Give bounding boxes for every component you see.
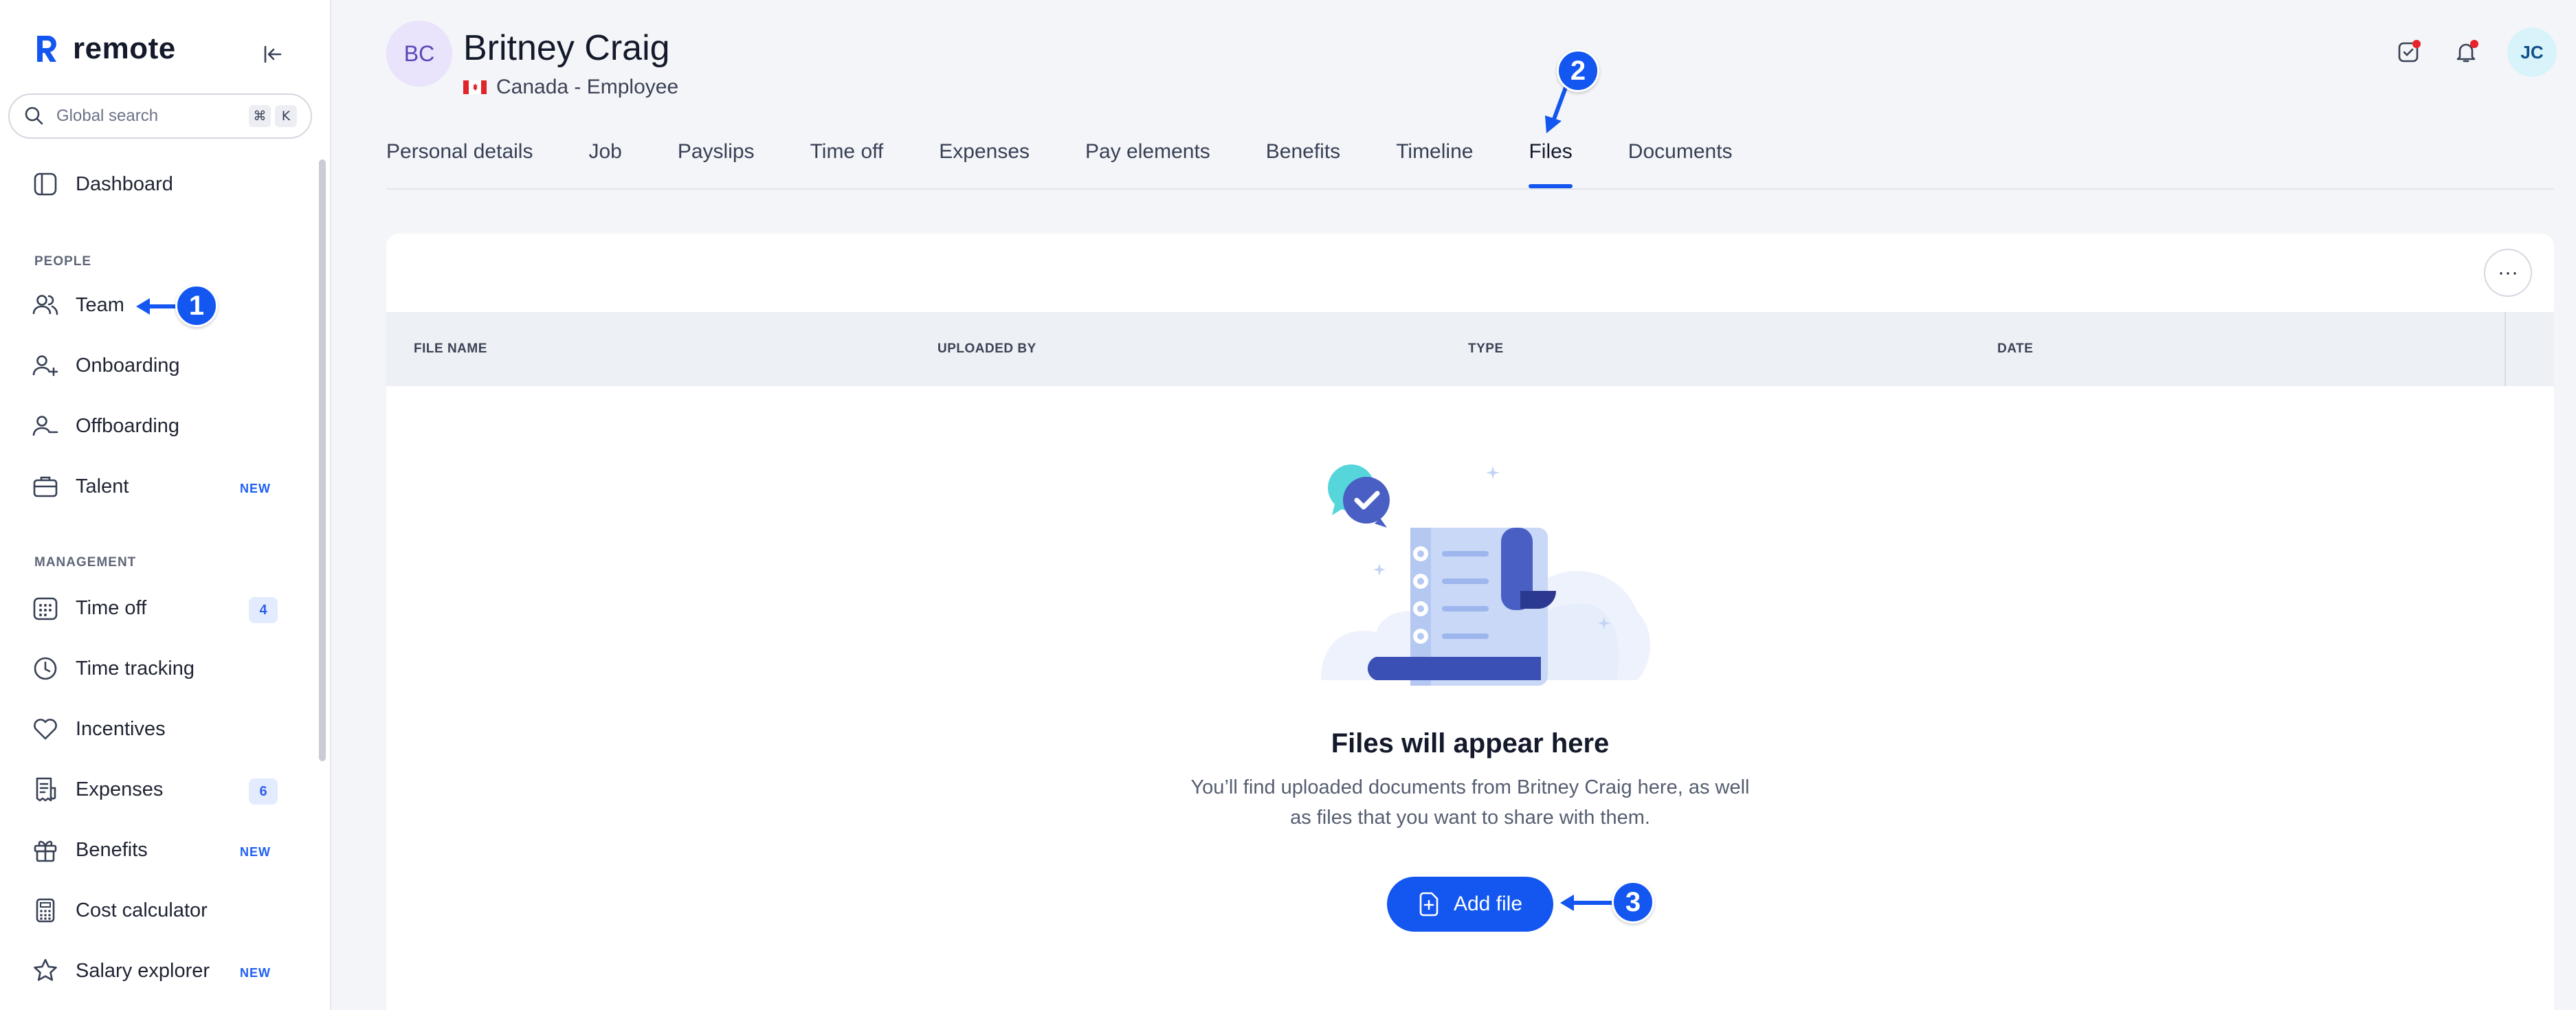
column-header-file-name[interactable]: FILE NAME — [414, 312, 487, 386]
brand-name: remote — [73, 32, 176, 65]
calculator-icon — [30, 895, 60, 925]
sidebar-item-salary-explorer[interactable]: Salary explorer NEW — [30, 950, 278, 991]
sidebar-item-label: Cost calculator — [76, 899, 208, 921]
empty-state-description: You’ll find uploaded documents from Brit… — [1190, 776, 1750, 829]
sidebar-item-cost-calculator[interactable]: Cost calculator — [30, 890, 278, 931]
tab-timeline[interactable]: Timeline — [1396, 135, 1473, 190]
sidebar-item-label: Salary explorer — [76, 959, 210, 982]
column-header-date[interactable]: DATE — [1997, 312, 2033, 386]
employee-name: Britney Craig — [463, 28, 670, 68]
annotation-marker-3: 3 — [1612, 881, 1654, 923]
shortcut-cmd-key: ⌘ — [249, 105, 271, 127]
employee-country-type: Canada - Employee — [496, 76, 679, 98]
sidebar-item-label: Benefits — [76, 838, 148, 861]
sidebar-item-talent[interactable]: Talent NEW — [30, 466, 278, 507]
sidebar-item-label: Dashboard — [76, 172, 173, 195]
add-file-button[interactable]: Add file — [1387, 877, 1553, 932]
files-card: ··· FILE NAME UPLOADED BY TYPE DATE File… — [386, 234, 2554, 1010]
user-plus-icon — [30, 350, 60, 381]
search-placeholder: Global search — [56, 106, 159, 125]
file-add-icon — [1419, 892, 1439, 917]
sidebar-layout-icon — [30, 169, 60, 199]
empty-files-illustration — [1321, 464, 1650, 686]
new-badge: NEW — [240, 844, 271, 859]
sidebar-item-label: Offboarding — [76, 414, 180, 437]
top-actions: JC — [2392, 27, 2557, 77]
sidebar-item-incentives[interactable]: Incentives — [30, 708, 278, 750]
sidebar-item-offboarding[interactable]: Offboarding — [30, 405, 278, 447]
collapse-sidebar-icon[interactable] — [258, 40, 287, 69]
employee-avatar: BC — [386, 21, 452, 87]
gift-icon — [30, 835, 60, 865]
heart-icon — [30, 714, 60, 744]
employee-subtitle: Canada - Employee — [463, 76, 678, 99]
table-header-edge — [2505, 312, 2506, 386]
user-minus-icon — [30, 411, 60, 441]
profile-tabs: Personal details Job Payslips Time off E… — [386, 135, 1788, 190]
calendar-icon — [30, 593, 60, 623]
tabs-divider — [386, 188, 2554, 190]
tab-payslips[interactable]: Payslips — [678, 135, 755, 190]
people-icon — [30, 290, 60, 320]
new-badge: NEW — [240, 481, 271, 495]
table-header: FILE NAME UPLOADED BY TYPE DATE — [386, 312, 2554, 386]
star-icon — [30, 956, 60, 986]
briefcase-icon — [30, 471, 60, 502]
tab-pay-elements[interactable]: Pay elements — [1085, 135, 1210, 190]
sidebar-item-label: Team — [76, 293, 124, 316]
tab-personal-details[interactable]: Personal details — [386, 135, 533, 190]
sidebar-item-dashboard[interactable]: Dashboard — [30, 164, 278, 205]
receipt-icon — [30, 774, 60, 805]
tab-documents[interactable]: Documents — [1628, 135, 1733, 190]
sidebar-item-benefits[interactable]: Benefits NEW — [30, 829, 278, 871]
clock-icon — [30, 653, 60, 684]
annotation-marker-2: 2 — [1557, 49, 1599, 92]
empty-state-title: Files will appear here — [1331, 728, 1610, 759]
column-header-type[interactable]: TYPE — [1468, 312, 1504, 386]
tasks-icon[interactable] — [2392, 36, 2425, 69]
section-label-management: MANAGEMENT — [34, 555, 137, 570]
add-file-label: Add file — [1453, 893, 1523, 915]
brand[interactable]: remote — [33, 32, 176, 66]
count-badge: 6 — [249, 778, 278, 805]
sidebar-item-label: Incentives — [76, 717, 166, 740]
tab-benefits[interactable]: Benefits — [1266, 135, 1340, 190]
sidebar-item-label: Expenses — [76, 778, 164, 800]
shortcut-k-key: K — [275, 105, 297, 127]
more-options-button[interactable]: ··· — [2484, 249, 2532, 297]
bell-icon[interactable] — [2450, 36, 2483, 69]
sidebar-item-label: Time off — [76, 596, 147, 619]
sidebar-item-label: Time tracking — [76, 657, 195, 680]
global-search-input[interactable]: Global search ⌘ K — [8, 93, 312, 139]
sidebar-item-onboarding[interactable]: Onboarding — [30, 345, 278, 386]
section-label-people: PEOPLE — [34, 254, 92, 269]
remote-logo-icon — [37, 36, 56, 62]
count-badge: 4 — [249, 597, 278, 623]
tab-expenses[interactable]: Expenses — [939, 135, 1030, 190]
sidebar-item-label: Onboarding — [76, 354, 180, 377]
notification-dot — [2470, 40, 2478, 48]
tab-time-off[interactable]: Time off — [810, 135, 884, 190]
canada-flag-icon — [463, 80, 487, 94]
column-header-uploaded-by[interactable]: UPLOADED BY — [937, 312, 1036, 386]
tab-job[interactable]: Job — [588, 135, 621, 190]
notification-dot — [2412, 40, 2421, 48]
tab-files[interactable]: Files — [1529, 135, 1573, 190]
sidebar-scrollbar[interactable] — [319, 159, 326, 761]
search-icon — [25, 106, 43, 125]
user-avatar[interactable]: JC — [2507, 27, 2557, 77]
sidebar-item-label: Talent — [76, 475, 129, 497]
new-badge: NEW — [240, 965, 271, 980]
sidebar: remote Global search ⌘ K Dashboard PEOPL… — [0, 0, 331, 1010]
sidebar-item-expenses[interactable]: Expenses 6 — [30, 769, 278, 810]
sidebar-item-time-off[interactable]: Time off 4 — [30, 587, 278, 629]
annotation-marker-1: 1 — [175, 284, 218, 327]
sidebar-item-time-tracking[interactable]: Time tracking — [30, 648, 278, 689]
